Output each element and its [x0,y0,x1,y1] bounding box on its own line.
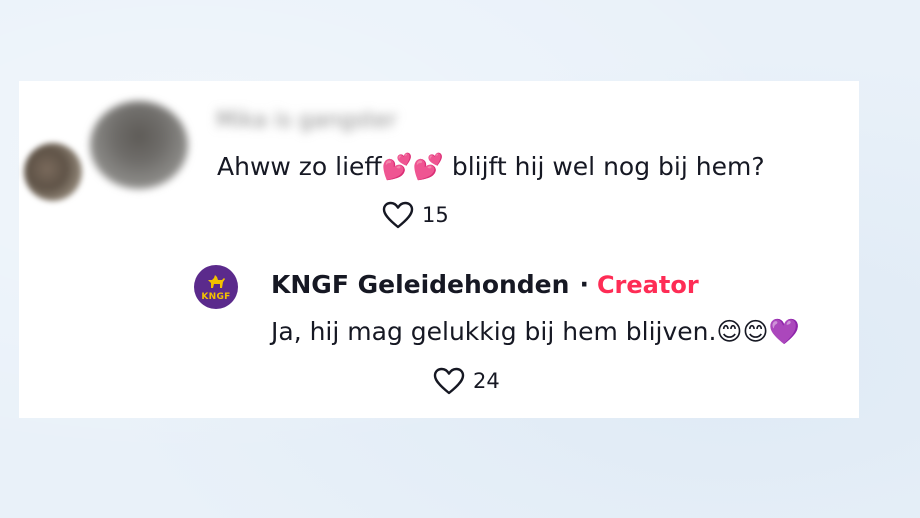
creator-name[interactable]: KNGF Geleidehonden [271,270,569,299]
secondary-avatar [24,143,82,201]
heart-outline-icon [433,367,465,395]
comment-text: Ahww zo lieff💕💕 blijft hij wel nog bij h… [217,152,765,181]
header-separator: · [579,270,589,299]
commenter-avatar[interactable] [90,101,188,189]
creator-badge: Creator [596,271,699,299]
reply-text: Ja, hij mag gelukkig bij hem blijven.😊😊💜 [271,317,800,346]
guide-dog-icon [208,275,225,288]
heart-outline-icon [382,201,414,229]
reply-like-count: 24 [473,369,500,393]
comment-like-count: 15 [422,203,449,227]
creator-avatar[interactable]: KNGF [194,265,238,309]
comment-like-button[interactable]: 15 [382,201,449,229]
commenter-username[interactable]: Mika is gangster [216,108,397,133]
reply-like-button[interactable]: 24 [433,367,500,395]
creator-logo-text: KNGF [201,292,231,302]
reply-header: KNGF Geleidehonden · Creator [271,270,699,299]
